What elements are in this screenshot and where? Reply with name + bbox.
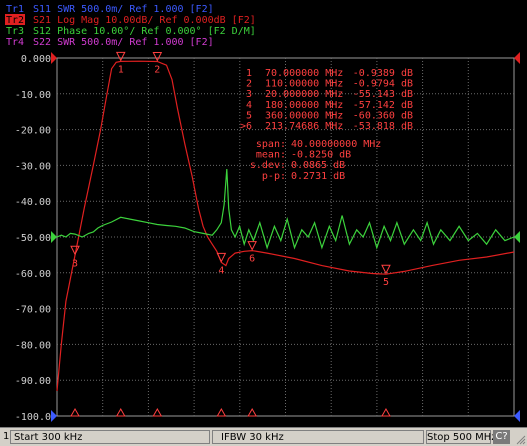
trace-label: Tr3 [6,26,24,37]
if-bandwidth: IFBW 30 kHz [221,432,284,443]
trace-header-text: S21 Log Mag 10.00dB/ Ref 0.000dB [F2] [33,15,256,26]
y-tick-label: -60.00 [15,269,51,280]
resize-grip-icon[interactable] [514,433,526,445]
trace-label: Tr2 [6,15,24,26]
stat-value: -0.8250 dB [291,150,351,161]
stat-label: p-p: [262,171,286,182]
readout-id: 4 [246,100,252,111]
stat-value: 0.0865 dB [291,160,345,171]
trace-header-text: S12 Phase 10.00°/ Ref 0.000° [F2 D/M] [33,26,256,37]
marker-readout: 1 70.000000 MHz -0.9389 dB 2 110.00000 MHz -0… [240,68,413,132]
readout-value: -60.360 dB [353,110,413,121]
calibration-badge[interactable]: C? [493,430,510,444]
trace-header-text: S22 SWR 500.0m/ Ref 1.000 [F2] [33,37,214,48]
stat-label: span: [256,139,286,150]
y-tick-label: -30.00 [15,161,51,172]
marker-label: 4 [218,265,224,276]
readout-value: -53.818 dB [353,121,413,132]
trace-label: Tr4 [6,37,24,48]
readout-id: >6 [240,121,252,132]
readout-id: 1 [246,68,252,79]
stat-label: mean: [256,150,286,161]
start-box[interactable]: Start 300 kHz [10,430,210,444]
readout-frequency: 360.00000 MHz [265,110,343,121]
readout-frequency: 20.000000 MHz [265,89,343,100]
marker-label: 5 [383,277,389,288]
readout-frequency: 213.74686 MHz [265,121,343,132]
stop-box[interactable]: Stop 500 MHz [426,430,497,444]
readout-value: -55.143 dB [353,89,413,100]
y-tick-label: -10.00 [15,90,51,101]
stat-value: 0.2731 dB [291,171,345,182]
readout-id: 5 [246,110,252,121]
marker-label: 2 [154,65,160,76]
ifbw-box[interactable]: IFBW 30 kHz [212,430,424,444]
y-tick-label: -80.00 [15,340,51,351]
status-bar: 1 Start 300 kHz IFBW 30 kHz Stop 500 MHz… [0,427,527,446]
y-tick-label: -70.00 [15,305,51,316]
readout-frequency: 180.00000 MHz [265,100,343,111]
readout-id: 2 [246,79,252,90]
y-tick-label: -40.00 [15,197,51,208]
y-tick-label: -20.00 [15,126,51,137]
y-tick-label: 0.000 [21,54,51,65]
readout-frequency: 110.00000 MHz [265,79,343,90]
y-tick-label: -90.00 [15,376,51,387]
marker-label: 1 [118,64,124,75]
readout-value: -0.9794 dB [353,79,413,90]
start-frequency: Start 300 kHz [14,432,83,443]
y-tick-label: -50.00 [15,233,51,244]
channel-number[interactable]: 1 [3,430,9,444]
trace-label: Tr1 [6,4,24,15]
readout-id: 3 [246,89,252,100]
stat-value: 40.00000000 MHz [291,139,381,150]
stop-frequency: Stop 500 MHz [427,432,497,443]
readout-value: -0.9389 dB [353,68,413,79]
readout-frequency: 70.000000 MHz [265,68,343,79]
y-tick-label: -100.0 [15,412,51,423]
trace-header-text: S11 SWR 500.0m/ Ref 1.000 [F2] [33,4,214,15]
readout-value: -57.142 dB [353,100,413,111]
stat-label: s.dev: [250,160,286,171]
marker-label: 6 [249,254,255,265]
vna-plot: Tr1 S11 SWR 500.0m/ Ref 1.000 [F2] Tr2 S21 … [0,0,527,427]
marker-label: 3 [72,258,78,269]
